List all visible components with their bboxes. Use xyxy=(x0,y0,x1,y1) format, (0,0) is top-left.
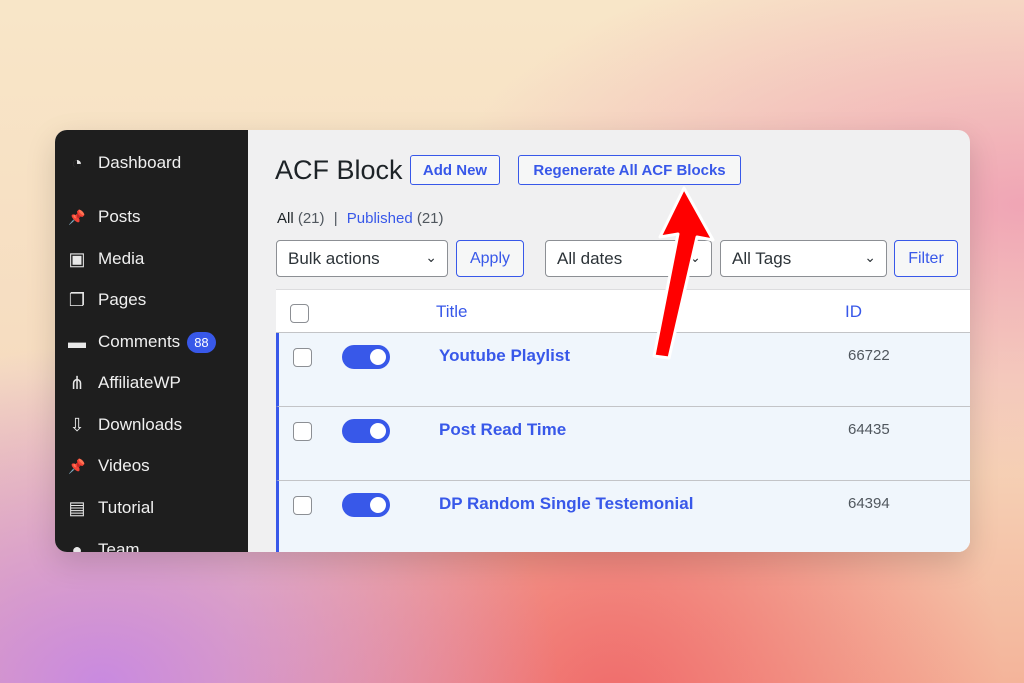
arrow-icon xyxy=(652,186,715,360)
red-arrow-annotation xyxy=(652,186,715,360)
